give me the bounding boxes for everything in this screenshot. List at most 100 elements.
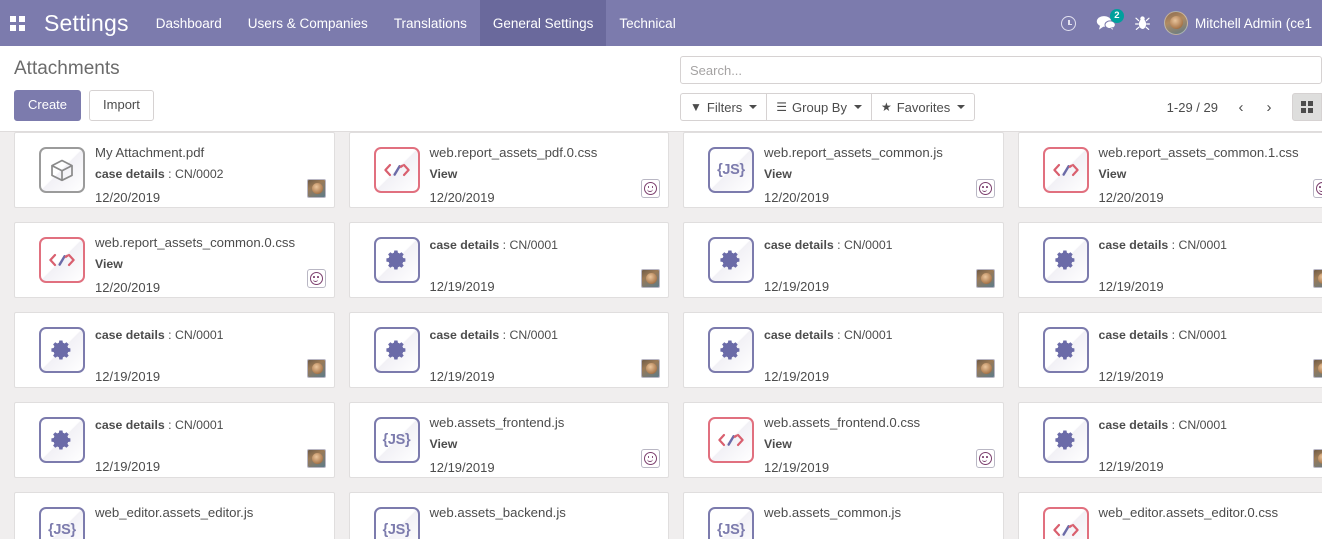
card-subtitle: case details : CN/0001 — [764, 235, 993, 255]
card-view-link[interactable]: View — [430, 164, 659, 184]
card-subtitle: case details : CN/0001 — [1099, 325, 1322, 345]
activity-clock-button[interactable] — [1052, 0, 1086, 46]
kanban-card[interactable]: web.report_assets_common.0.css View 12/20/… — [14, 222, 335, 298]
kanban-card[interactable]: {JS} web.report_assets_common.js View 12/20… — [683, 132, 1004, 208]
card-body: My Attachment.pdf case details : CN/0002 1… — [95, 141, 326, 205]
card-type-icon: {JS} — [708, 507, 754, 539]
pager-previous-button[interactable]: ‹ — [1228, 94, 1254, 120]
card-view-link[interactable]: View — [430, 434, 659, 454]
css-icon — [383, 163, 410, 177]
kanban-card[interactable]: case details : CN/0001 12/19/2019 — [14, 402, 335, 478]
card-view-link[interactable]: View — [764, 164, 993, 184]
brand-title[interactable]: Settings — [34, 0, 143, 46]
card-subtitle-label: case details — [429, 328, 500, 342]
card-subtitle: case details : CN/0001 — [430, 235, 659, 255]
pager-next-button[interactable]: › — [1256, 94, 1282, 120]
kanban-card[interactable]: case details : CN/0001 12/19/2019 — [1017, 402, 1322, 478]
kanban-card[interactable]: web.report_assets_pdf.0.css View 12/20/201… — [348, 132, 669, 208]
gear-icon — [385, 340, 405, 360]
card-subtitle: case details : CN/0002 — [95, 164, 324, 184]
card-body: case details : CN/0001 12/19/2019 — [764, 231, 995, 294]
smiley-avatar — [1312, 179, 1322, 198]
star-icon: ★ — [880, 100, 892, 114]
card-view-link[interactable]: View — [1099, 164, 1322, 184]
avatar — [641, 359, 660, 378]
smiley-face-icon — [644, 452, 657, 465]
bug-icon — [1135, 16, 1151, 30]
card-type-icon — [708, 237, 754, 283]
kanban-card[interactable]: case details : CN/0001 12/19/2019 — [1017, 222, 1322, 298]
create-button[interactable]: Create — [14, 90, 82, 121]
messaging-button[interactable]: 2 — [1086, 0, 1126, 46]
card-body: web.assets_common.js — [764, 501, 993, 539]
kanban-card[interactable]: {JS} web.assets_backend.js — [348, 492, 669, 539]
card-subtitle-value: : CN/0001 — [1168, 328, 1228, 342]
css-icon — [718, 433, 744, 447]
group-by-dropdown[interactable]: ☰ Group By — [766, 93, 871, 121]
avatar — [975, 359, 995, 378]
hamburger-icon: ☰ — [776, 100, 788, 114]
card-body: case details : CN/0001 12/19/2019 — [1099, 231, 1322, 294]
kanban-card[interactable]: case details : CN/0001 12/19/2019 — [683, 222, 1004, 298]
user-menu-button[interactable]: Mitchell Admin (ce1 — [1160, 11, 1318, 35]
kanban-card[interactable]: {JS} web_editor.assets_editor.js — [14, 492, 335, 539]
control-panel: Attachments Create Import ▼ Filters ☰ Gr… — [0, 46, 1322, 132]
card-subtitle-value: : CN/0001 — [833, 328, 893, 342]
card-type-icon — [1042, 147, 1089, 193]
kanban-card[interactable]: case details : CN/0001 12/19/2019 — [14, 312, 335, 388]
nav-item-dashboard[interactable]: Dashboard — [143, 0, 235, 46]
search-input[interactable] — [690, 62, 1312, 78]
kanban-column: case details : CN/0001 12/19/2019 — [335, 222, 669, 312]
kanban-column: {JS} web_editor.assets_editor.js — [0, 492, 335, 539]
chevron-down-icon — [853, 105, 862, 109]
card-type-icon — [373, 237, 420, 283]
card-subtitle-label: case details — [429, 238, 500, 252]
kanban-card[interactable]: {JS} web.assets_common.js — [683, 492, 1004, 539]
card-subtitle-value: : CN/0001 — [1168, 238, 1228, 252]
kanban-card[interactable]: case details : CN/0001 12/19/2019 — [348, 312, 669, 388]
card-type-icon: {JS} — [373, 507, 420, 539]
search-box[interactable] — [680, 56, 1322, 84]
card-date: 12/20/2019 — [95, 280, 161, 295]
nav-item-technical[interactable]: Technical — [606, 0, 688, 46]
card-date: 12/19/2019 — [1098, 369, 1164, 384]
card-subtitle-label: case details — [95, 328, 165, 342]
filters-dropdown[interactable]: ▼ Filters — [680, 93, 767, 121]
apps-menu-button[interactable] — [0, 0, 34, 46]
card-body: web_editor.assets_editor.0.css — [1099, 501, 1322, 539]
card-date: 12/19/2019 — [1098, 459, 1164, 474]
card-type-icon — [373, 327, 420, 373]
card-subtitle-label: case details — [1098, 418, 1169, 432]
kanban-card[interactable]: case details : CN/0001 12/19/2019 — [1017, 312, 1322, 388]
js-icon: {JS} — [717, 162, 745, 178]
kanban-card[interactable]: {JS} web.assets_frontend.js View 12/19/2019 — [348, 402, 669, 478]
kanban-view-button[interactable] — [1292, 93, 1322, 121]
kanban-column: {JS} web.assets_frontend.js View 12/19/2019 — [335, 402, 669, 492]
gear-icon — [720, 340, 740, 360]
card-view-link[interactable]: View — [764, 434, 993, 454]
kanban-card[interactable]: case details : CN/0001 12/19/2019 — [348, 222, 669, 298]
card-type-icon — [708, 327, 754, 373]
filters-label: Filters — [706, 99, 743, 115]
card-date: 12/19/2019 — [429, 460, 495, 475]
kanban-card[interactable]: web_editor.assets_editor.0.css — [1017, 492, 1322, 539]
card-type-icon — [39, 147, 85, 193]
kanban-card[interactable]: case details : CN/0001 12/19/2019 — [683, 312, 1004, 388]
favorites-label: Favorites — [896, 99, 951, 115]
pager-count: 1-29 / 29 — [1166, 99, 1218, 115]
card-subtitle: case details : CN/0001 — [430, 325, 659, 345]
nav-item-users-companies[interactable]: Users & Companies — [235, 0, 381, 46]
card-title: web_editor.assets_editor.js — [95, 505, 254, 520]
kanban-card[interactable]: My Attachment.pdf case details : CN/0002 1… — [14, 132, 335, 208]
kanban-card[interactable]: web.assets_frontend.0.css View 12/19/2019 — [683, 402, 1004, 478]
card-subtitle-label: case details — [764, 328, 834, 342]
import-button[interactable]: Import — [89, 90, 154, 121]
kanban-card[interactable]: web.report_assets_common.1.css View 12/20/… — [1017, 132, 1322, 208]
debug-button[interactable] — [1126, 0, 1160, 46]
nav-item-general-settings[interactable]: General Settings — [479, 0, 607, 46]
nav-item-translations[interactable]: Translations — [381, 0, 480, 46]
card-subtitle-value: : CN/0002 — [164, 167, 224, 181]
card-title: web.assets_frontend.0.css — [764, 415, 921, 430]
favorites-dropdown[interactable]: ★ Favorites — [870, 93, 976, 121]
card-view-link[interactable]: View — [95, 254, 324, 274]
